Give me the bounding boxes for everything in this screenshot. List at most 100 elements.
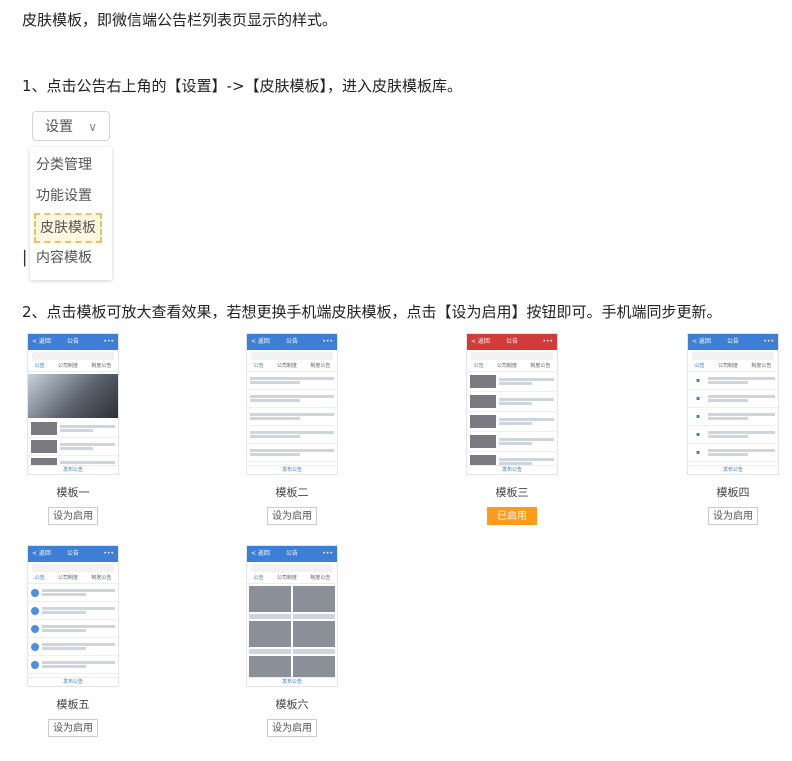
template-preview[interactable]: < 返回 公告 ••• 公告 公司制度 制度公告 发布公告: [27, 545, 119, 687]
grid-caption: [249, 614, 291, 619]
menu-item-skin-template[interactable]: 皮肤模板: [34, 213, 102, 243]
preview-header: < 返回 公告 •••: [467, 334, 557, 350]
preview-tabs: 公告 公司制度 制度公告: [688, 362, 778, 372]
more-icon: •••: [103, 550, 114, 557]
enable-button[interactable]: 设为启用: [267, 507, 317, 525]
preview-tabs: 公告 公司制度 制度公告: [247, 574, 337, 584]
preview-tab: 公告: [473, 363, 484, 369]
template-preview[interactable]: < 返回 公告 ••• 公告 公司制度 制度公告 发布公告: [246, 545, 338, 687]
list-item: [247, 444, 337, 462]
preview-footer: 发布公告: [688, 465, 778, 474]
enable-button[interactable]: 设为启用: [48, 507, 98, 525]
list-item: ▪: [688, 444, 778, 462]
grid-thumb: [293, 621, 335, 647]
list-item: [247, 372, 337, 390]
settings-button[interactable]: 设置 ∨: [32, 111, 110, 141]
preview-header: < 返回 公告 •••: [28, 546, 118, 562]
preview-tabs: 公告 公司制度 制度公告: [467, 362, 557, 372]
grid-caption: [293, 614, 335, 619]
menu-item-features[interactable]: 功能设置: [36, 183, 92, 209]
enable-button[interactable]: 设为启用: [708, 507, 758, 525]
chevron-down-icon: ∨: [88, 120, 97, 134]
enabled-button[interactable]: 已启用: [487, 507, 537, 525]
step2-text: 2、点击模板可放大查看效果，若想更换手机端皮肤模板，点击【设为启用】按钮即可。手…: [22, 303, 722, 321]
template-name: 模板五: [56, 698, 90, 711]
list-item: [467, 432, 557, 452]
date-badge: ▪: [695, 449, 701, 456]
preview-header: < 返回 公告 •••: [28, 334, 118, 350]
more-icon: •••: [322, 550, 333, 557]
list-item: [28, 602, 118, 620]
settings-dropdown-screenshot: 设置 ∨ ▏ 分类管理 功能设置 皮肤模板 内容模板: [24, 101, 116, 282]
preview-search: [692, 352, 774, 360]
more-icon: •••: [542, 338, 553, 345]
preview-tab: 制度公告: [310, 363, 331, 369]
bullet-icon: [31, 660, 39, 669]
preview-footer: 发布公告: [28, 465, 118, 474]
intro-text: 皮肤模板，即微信端公告栏列表页显示的样式。: [22, 11, 338, 29]
grid-thumb: [293, 586, 335, 612]
preview-search: [32, 352, 114, 360]
bullet-icon: [31, 588, 39, 597]
grid-thumb: [249, 621, 291, 647]
thumbnail: [470, 375, 496, 388]
preview-content: [28, 584, 118, 686]
menu-item-category[interactable]: 分类管理: [36, 152, 92, 178]
preview-header: < 返回 公告 •••: [688, 334, 778, 350]
list-item: [28, 638, 118, 656]
preview-tab: 公司制度: [57, 575, 78, 581]
template-preview[interactable]: < 返回 公告 ••• 公告 公司制度 制度公告发布公告: [466, 333, 558, 475]
preview-tab: 制度公告: [91, 575, 112, 581]
preview-tab: 公告: [253, 575, 264, 581]
preview-tab: 公司制度: [496, 363, 517, 369]
list-item: [467, 392, 557, 412]
preview-content: [247, 372, 337, 474]
list-item: [247, 426, 337, 444]
list-item: [28, 584, 118, 602]
list-item: [247, 408, 337, 426]
preview-footer: 发布公告: [28, 677, 118, 686]
template-preview[interactable]: < 返回公告•••公告公司制度制度公告▪▪▪▪▪▪发布公告: [687, 333, 779, 475]
preview-header: < 返回 公告 •••: [247, 334, 337, 350]
template-name: 模板二: [275, 486, 309, 499]
preview-footer: 发布公告: [467, 465, 557, 474]
preview-content: [28, 374, 118, 474]
preview-tab: 公司制度: [57, 363, 78, 369]
thumbnail: [31, 440, 57, 453]
preview-footer: 发布公告: [247, 465, 337, 474]
list-item: [28, 656, 118, 674]
list-item: [247, 390, 337, 408]
preview-tab: 公司制度: [717, 363, 738, 369]
preview-search: [471, 352, 553, 360]
preview-search: [32, 564, 114, 572]
bullet-icon: [31, 606, 39, 615]
date-badge: ▪: [695, 395, 701, 402]
list-item: ▪: [688, 372, 778, 390]
grid-items: [247, 584, 337, 686]
bullet-icon: [31, 642, 39, 651]
preview-tab: 公司制度: [276, 575, 297, 581]
preview-tab: 制度公告: [751, 363, 772, 369]
enable-button[interactable]: 设为启用: [267, 719, 317, 737]
preview-tab: 公告: [34, 363, 45, 369]
thumbnail: [470, 415, 496, 428]
preview-tabs: 公告 公司制度 制度公告: [28, 362, 118, 372]
more-icon: •••: [103, 338, 114, 345]
list-item: [467, 412, 557, 432]
preview-tab: 制度公告: [530, 363, 551, 369]
preview-tab: 公告: [253, 363, 264, 369]
menu-item-content-template[interactable]: 内容模板: [36, 245, 92, 271]
preview-tabs: 公告 公司制度 制度公告: [28, 574, 118, 584]
preview-search: [251, 352, 333, 360]
list-item: [28, 438, 118, 456]
template-preview[interactable]: < 返回 公告 ••• 公告 公司制度 制度公告 发布公告: [246, 333, 338, 475]
preview-content: ▪▪▪▪▪▪: [688, 372, 778, 474]
template-preview[interactable]: < 返回 公告 ••• 公告 公司制度 制度公告发布公告: [27, 333, 119, 475]
list-item: ▪: [688, 408, 778, 426]
enable-button[interactable]: 设为启用: [48, 719, 98, 737]
preview-tab: 制度公告: [91, 363, 112, 369]
grid-caption: [249, 649, 291, 654]
date-badge: ▪: [695, 413, 701, 420]
template-name: 模板一: [56, 486, 90, 499]
date-badge: ▪: [695, 377, 701, 384]
